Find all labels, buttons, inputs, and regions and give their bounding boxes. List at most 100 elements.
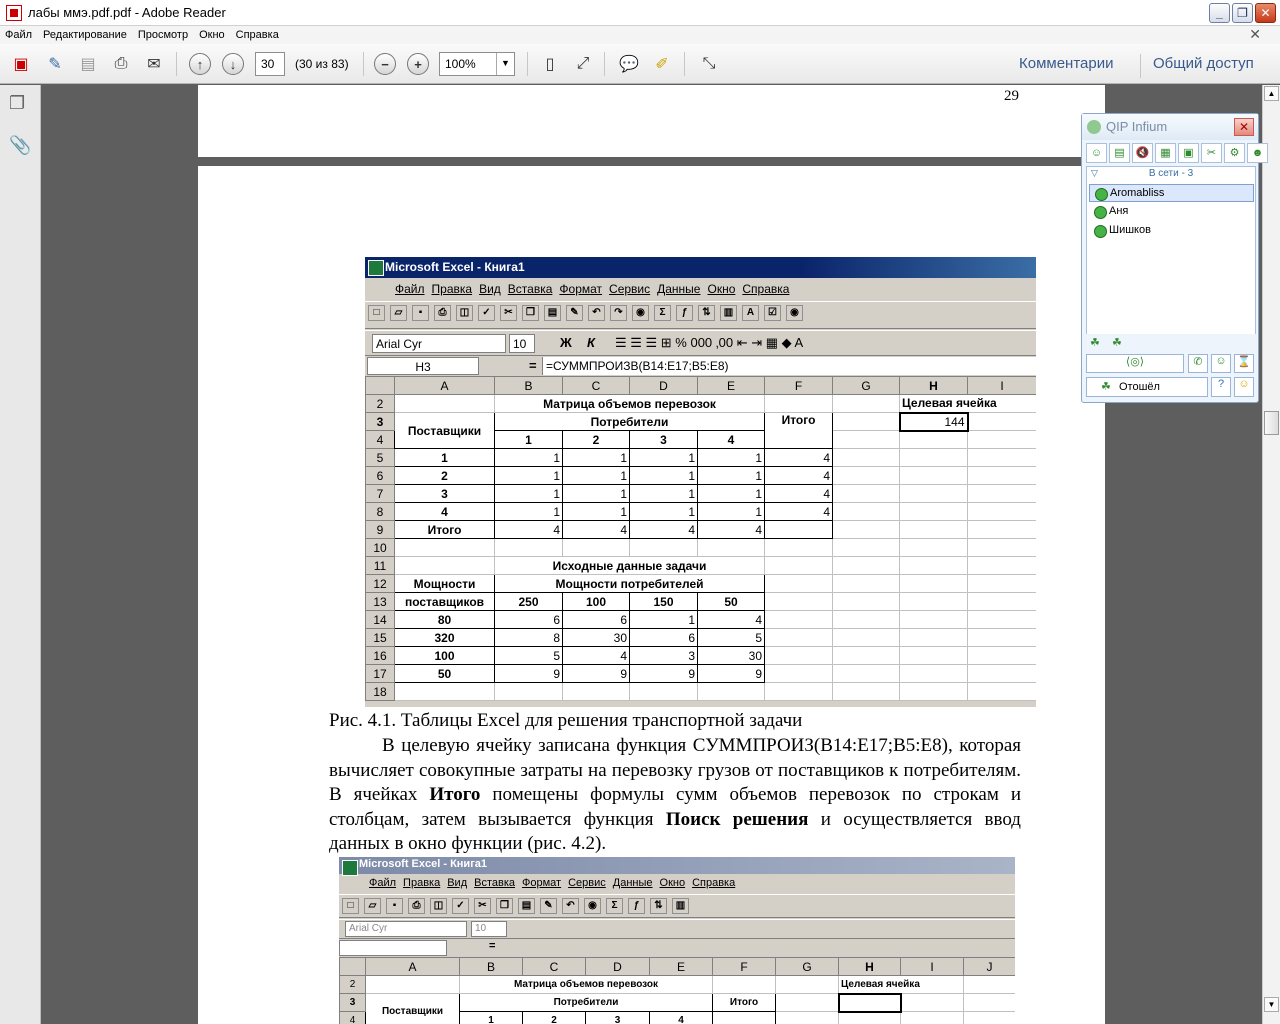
sum-icon: Σ [606,898,623,914]
help-icon[interactable]: ? [1211,377,1231,397]
volume-cell: 1 [562,466,630,485]
phone-icon[interactable]: ✆ [1188,354,1208,373]
pages-panel-icon[interactable]: ❐ [9,93,29,115]
row-header: 7 [365,484,395,503]
close-button[interactable]: ✕ [1255,3,1276,23]
excel2-title: Microsoft Excel - Книга1 [339,857,1015,876]
scroll-thumb[interactable] [1264,411,1279,435]
volume-cell: 1 [629,466,698,485]
volume-cell: 1 [629,502,698,521]
cost-cell: 4 [697,610,765,629]
attachments-icon[interactable]: 📎 [9,135,31,157]
contact-item[interactable]: Аня [1089,203,1254,221]
supplier-capacity: 80 [394,610,495,629]
volume-cell: 1 [562,484,630,503]
size-select: 10 [509,334,535,353]
row-header: 9 [365,520,395,539]
zoom-in-icon[interactable]: + [407,53,429,75]
fullscreen-icon[interactable]: ⤡ [697,53,721,75]
status-button[interactable]: ☘ Отошёл [1086,377,1208,397]
history-icon[interactable]: ▤ [1109,143,1130,163]
title-bar: лабы ммэ.pdf.pdf - Adobe Reader _ ❐ ✕ [0,0,1280,26]
excel-standard-toolbar: □ ▱ ▪ ⎙ ◫ ✓ ✂ ❐ ▤ ✎ ↶ ↷ ◉ Σƒ ⇅ ▥ A ☑ ◉ [365,301,1036,329]
menu-edit[interactable]: Редактирование [43,29,127,41]
mute-icon[interactable]: 🔇 [1132,143,1153,163]
chevron-down-icon[interactable]: ▼ [496,53,514,75]
scroll-down-icon[interactable]: ▼ [1264,997,1279,1012]
excel-menu-item: Формат [559,282,603,296]
excel-screenshot-2: Microsoft Excel - Книга1 Файл Правка Вид Вс… [339,857,1015,1024]
fit-page-icon[interactable]: ▯ [538,53,562,75]
name-box [339,940,447,956]
edit-icon[interactable]: ✎ [43,53,67,75]
supplier-id: 1 [394,448,495,467]
suppliers-header: Поставщики [365,993,460,1024]
scroll-up-icon[interactable]: ▲ [1264,86,1279,101]
chart-icon: ▥ [720,305,737,321]
col-header: A [365,957,460,976]
next-page-icon[interactable]: ↓ [222,53,244,75]
cost-cell: 6 [629,628,698,647]
zoom-select[interactable]: 100% ▼ [439,52,515,76]
contacts-icon[interactable]: ☺ [1086,143,1107,163]
body-paragraph: В целевую ячейку записана функция СУММПР… [329,734,1021,857]
col-total: 4 [697,520,765,539]
settings-icon[interactable]: ☻ [1247,143,1268,163]
fit-width-icon[interactable]: ⤢ [571,53,595,75]
excel-menu-item: Правка [431,282,473,296]
excel-menu-item: Вставка [474,877,516,889]
page-number-input[interactable]: 30 [255,52,285,76]
restore-button[interactable]: ❐ [1232,3,1253,23]
print-icon[interactable]: ⎙ [109,53,133,75]
create-pdf-icon[interactable]: ▣ [9,53,33,75]
chevron-down-icon: ▽ [1091,168,1098,178]
qip-logo-icon [1087,120,1101,134]
excel-menu-item: Данные [612,877,653,889]
col-header: G [832,376,900,395]
col-header: A [394,376,495,395]
col-header: G [775,957,839,976]
minimize-button[interactable]: _ [1209,3,1230,23]
privacy-icon[interactable]: ☺ [1211,354,1231,373]
hourglass-icon[interactable]: ⌛ [1234,354,1254,373]
target-cell-label: Целевая ячейка [899,394,1036,413]
web-icon: ◉ [632,305,649,321]
contact-item[interactable]: Aromabliss [1089,184,1254,202]
highlight-icon[interactable]: ✐ [650,53,674,75]
save-icon[interactable]: ▤ [76,53,100,75]
volume-cell: 1 [494,484,563,503]
supplier-capacity: 100 [394,646,495,665]
font-select: Arial Cyr [372,334,506,353]
volume-cell: 1 [494,466,563,485]
zoom-out-icon[interactable]: − [374,53,396,75]
user-icon[interactable]: ☺ [1234,377,1254,397]
add-contact-icon[interactable]: ☘ [1090,336,1100,349]
email-icon[interactable]: ✉ [142,53,166,75]
menu-file[interactable]: Файл [5,29,32,41]
menu-help[interactable]: Справка [236,29,279,41]
menu-view[interactable]: Просмотр [138,29,188,41]
cost-cell: 3 [629,646,698,665]
network-status-button[interactable]: ⟨◎⟩ [1086,354,1184,373]
folder-icon[interactable]: ▦ [1155,143,1176,163]
contact-item[interactable]: Шишков [1089,222,1254,240]
group-header[interactable]: ▽ В сети - 3 [1089,168,1253,182]
open-icon: ▱ [364,898,381,914]
excel-menu-item: Сервис [568,877,606,889]
menu-window[interactable]: Окно [199,29,225,41]
prev-page-icon[interactable]: ↑ [189,53,211,75]
tools-icon[interactable]: ✂ [1201,143,1222,163]
vertical-scrollbar[interactable]: ▲ ▼ [1262,85,1280,1024]
cost-cell: 9 [629,664,698,683]
find-contact-icon[interactable]: ☘ [1112,336,1122,349]
total-header: Итого [712,993,776,1012]
plugins-icon[interactable]: ⚙ [1224,143,1245,163]
calendar-icon[interactable]: ▣ [1178,143,1199,163]
share-link[interactable]: Общий доступ [1153,55,1254,72]
qip-close-button[interactable]: ✕ [1234,118,1254,136]
target-cell-value: 144 [898,411,969,432]
col-header: B [459,957,523,976]
comments-link[interactable]: Комментарии [1019,55,1113,72]
close-document-icon[interactable]: ✕ [1249,26,1261,43]
comment-icon[interactable]: 💬 [617,53,641,75]
